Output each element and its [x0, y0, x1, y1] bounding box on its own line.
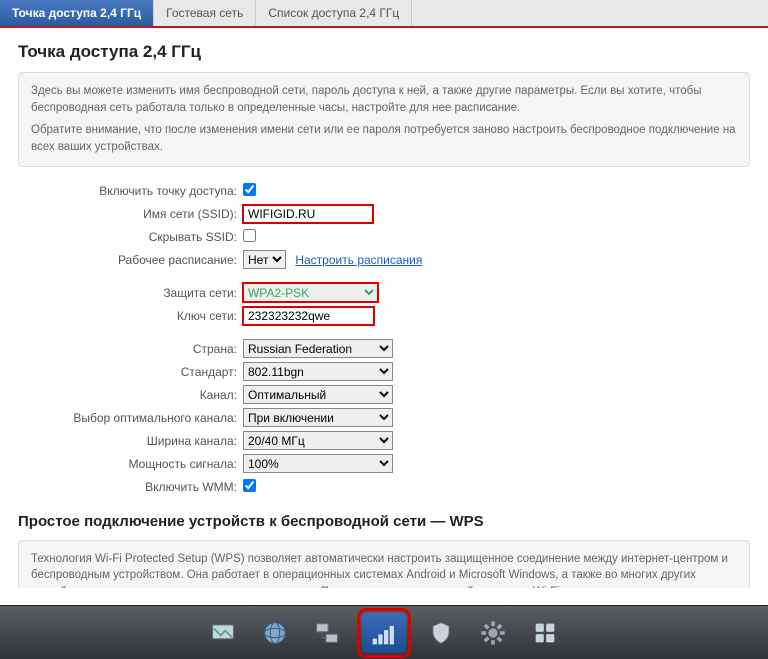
label-key: Ключ сети:	[18, 309, 243, 323]
tabs-bar: Точка доступа 2,4 ГГц Гостевая сеть Спис…	[0, 0, 768, 28]
apps-icon[interactable]	[528, 616, 562, 650]
wifi-icon[interactable]	[362, 613, 406, 653]
globe-icon[interactable]	[258, 616, 292, 650]
info-p1: Здесь вы можете изменить имя беспроводно…	[31, 83, 737, 116]
select-channel[interactable]: Оптимальный	[243, 385, 393, 404]
input-key[interactable]	[243, 307, 374, 325]
bottom-dock	[0, 605, 768, 659]
label-channel: Канал:	[18, 388, 243, 402]
label-security: Защита сети:	[18, 286, 243, 300]
checkbox-hide-ssid[interactable]	[243, 229, 256, 242]
label-standard: Стандарт:	[18, 365, 243, 379]
label-chan-select: Выбор оптимального канала:	[18, 411, 243, 425]
info-p2: Обратите внимание, что после изменения и…	[31, 122, 737, 155]
label-country: Страна:	[18, 342, 243, 356]
label-schedule: Рабочее расписание:	[18, 253, 243, 267]
label-ssid: Имя сети (SSID):	[18, 207, 243, 221]
label-enable-ap: Включить точку доступа:	[18, 184, 243, 198]
checkbox-wmm[interactable]	[243, 479, 256, 492]
select-chan-select[interactable]: При включении	[243, 408, 393, 427]
gear-icon[interactable]	[476, 616, 510, 650]
label-power: Мощность сигнала:	[18, 457, 243, 471]
wps-info-box: Технология Wi-Fi Protected Setup (WPS) п…	[18, 540, 750, 588]
wps-title: Простое подключение устройств к беспрово…	[18, 513, 750, 530]
page-title: Точка доступа 2,4 ГГц	[18, 42, 750, 62]
select-standard[interactable]: 802.11bgn	[243, 362, 393, 381]
select-schedule[interactable]: Нет	[243, 250, 286, 269]
tab-guest[interactable]: Гостевая сеть	[154, 0, 256, 26]
monitor-icon[interactable]	[206, 616, 240, 650]
content-area: Точка доступа 2,4 ГГц Здесь вы можете из…	[0, 28, 768, 588]
tab-acl24[interactable]: Список доступа 2,4 ГГц	[256, 0, 412, 26]
shield-icon[interactable]	[424, 616, 458, 650]
label-wmm: Включить WMM:	[18, 480, 243, 494]
label-width: Ширина канала:	[18, 434, 243, 448]
lan-icon[interactable]	[310, 616, 344, 650]
info-box: Здесь вы можете изменить имя беспроводно…	[18, 72, 750, 167]
wps-info-text: Технология Wi-Fi Protected Setup (WPS) п…	[31, 551, 737, 588]
label-hide-ssid: Скрывать SSID:	[18, 230, 243, 244]
select-security[interactable]: WPA2-PSK	[243, 283, 378, 302]
select-country[interactable]: Russian Federation	[243, 339, 393, 358]
checkbox-enable-ap[interactable]	[243, 183, 256, 196]
select-power[interactable]: 100%	[243, 454, 393, 473]
tab-ap24[interactable]: Точка доступа 2,4 ГГц	[0, 0, 154, 26]
input-ssid[interactable]	[243, 205, 373, 223]
select-width[interactable]: 20/40 МГц	[243, 431, 393, 450]
link-schedule-settings[interactable]: Настроить расписания	[295, 253, 422, 267]
